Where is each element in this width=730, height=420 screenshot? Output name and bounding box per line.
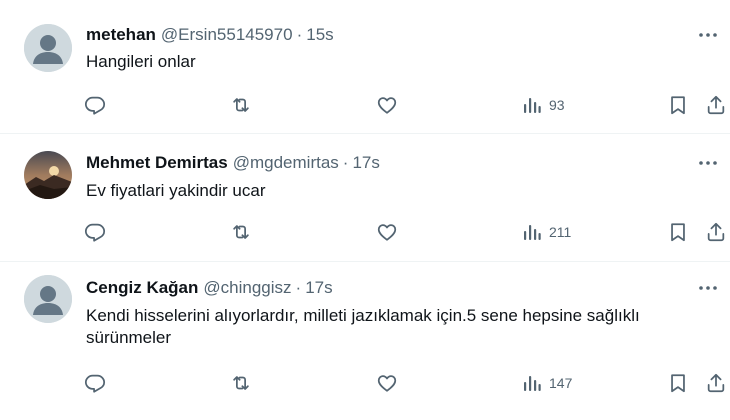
retweet-icon [233, 225, 249, 239]
share-icon [707, 373, 725, 393]
more-dots-icon [699, 161, 717, 165]
reply-icon [84, 374, 106, 393]
bookmark-icon [671, 374, 685, 393]
more-options-button[interactable] [696, 154, 720, 172]
views-chart-icon [524, 225, 541, 240]
reply-button[interactable] [84, 220, 106, 244]
default-avatar-icon [24, 24, 72, 72]
heart-icon [377, 375, 397, 392]
bookmark-button[interactable] [667, 371, 689, 395]
tweet-header: Cengiz Kağan @chinggisz · 17s [86, 277, 333, 299]
separator-dot: · [295, 278, 302, 297]
share-icon [707, 95, 725, 115]
like-button[interactable] [376, 220, 398, 244]
default-avatar-icon [24, 275, 72, 323]
bookmark-button[interactable] [667, 220, 689, 244]
user-handle[interactable]: @mgdemirtas [233, 152, 339, 174]
tweet-header: metehan @Ersin55145970 · 15s [86, 24, 334, 46]
display-name[interactable]: Cengiz Kağan [86, 277, 198, 299]
display-name[interactable]: metehan [86, 24, 156, 46]
timestamp[interactable]: 15s [306, 24, 333, 46]
tweet-text: Kendi hisselerini alıyorlardır, milleti … [86, 306, 640, 347]
reply-icon [84, 223, 106, 242]
heart-icon [377, 224, 397, 241]
views-button[interactable]: 93 [522, 93, 565, 117]
more-options-button[interactable] [696, 279, 720, 297]
separator-dot: · [342, 153, 349, 172]
view-count: 93 [549, 97, 565, 113]
tweet[interactable]: Mehmet Demirtas @mgdemirtas · 17s Ev fiy… [0, 134, 730, 260]
tweet-header: Mehmet Demirtas @mgdemirtas · 17s [86, 152, 380, 174]
reply-icon [84, 96, 106, 115]
share-button[interactable] [705, 93, 727, 117]
tweet-feed: metehan @Ersin55145970 · 15s Hangileri o… [0, 0, 730, 420]
share-icon [707, 222, 725, 242]
retweet-icon [233, 376, 249, 390]
view-count: 211 [549, 224, 572, 240]
more-dots-icon [699, 33, 717, 37]
timestamp[interactable]: 17s [352, 152, 379, 174]
views-button[interactable]: 211 [522, 220, 571, 244]
separator-dot: · [296, 25, 303, 44]
heart-icon [377, 97, 397, 114]
views-chart-icon [524, 376, 541, 391]
timestamp[interactable]: 17s [305, 277, 332, 299]
more-options-button[interactable] [696, 26, 720, 44]
more-dots-icon [699, 286, 717, 290]
action-bar: 147 [0, 371, 730, 395]
tweet-text: Hangileri onlar [86, 52, 196, 71]
views-button[interactable]: 147 [522, 371, 572, 395]
display-name[interactable]: Mehmet Demirtas [86, 152, 228, 174]
like-button[interactable] [376, 93, 398, 117]
tweet[interactable]: Cengiz Kağan @chinggisz · 17s Kendi hiss… [0, 262, 730, 420]
bookmark-button[interactable] [667, 93, 689, 117]
tweet[interactable]: metehan @Ersin55145970 · 15s Hangileri o… [0, 0, 730, 132]
avatar[interactable] [24, 151, 72, 199]
user-handle[interactable]: @chinggisz [203, 277, 291, 299]
reply-button[interactable] [84, 93, 106, 117]
reply-button[interactable] [84, 371, 106, 395]
retweet-button[interactable] [230, 93, 252, 117]
share-button[interactable] [705, 371, 727, 395]
retweet-icon [233, 98, 249, 112]
bookmark-icon [671, 96, 685, 115]
sunset-photo-avatar-icon [24, 151, 72, 199]
like-button[interactable] [376, 371, 398, 395]
tweet-text: Ev fiyatlari yakindir ucar [86, 181, 266, 200]
avatar[interactable] [24, 24, 72, 72]
share-button[interactable] [705, 220, 727, 244]
avatar[interactable] [24, 275, 72, 323]
action-bar: 211 [0, 220, 730, 244]
views-chart-icon [524, 98, 541, 113]
view-count: 147 [549, 375, 573, 391]
user-handle[interactable]: @Ersin55145970 [161, 24, 293, 46]
retweet-button[interactable] [230, 371, 252, 395]
bookmark-icon [671, 223, 685, 242]
retweet-button[interactable] [230, 220, 252, 244]
action-bar: 93 [0, 93, 730, 117]
